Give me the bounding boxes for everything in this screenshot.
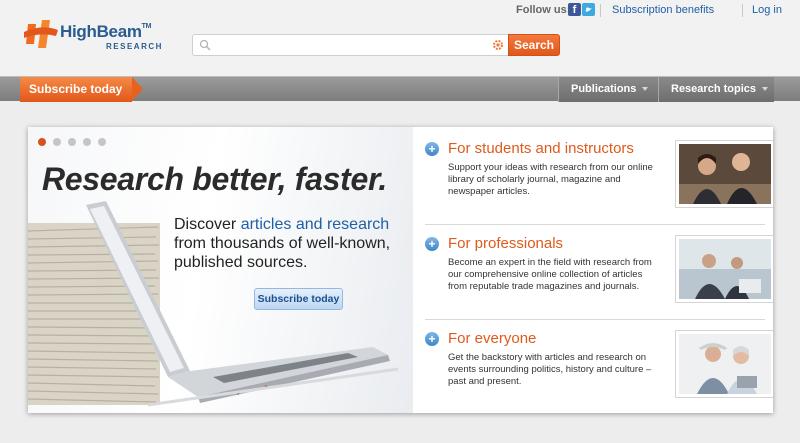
slide-dot-active[interactable] — [38, 138, 46, 146]
audience-description: Support your ideas with research from ou… — [448, 162, 653, 197]
audience-description: Get the backstory with articles and rese… — [448, 352, 652, 387]
slide-dot[interactable] — [53, 138, 61, 146]
expand-plus-icon[interactable]: + — [425, 142, 439, 156]
nav-publications[interactable]: Publications — [558, 77, 658, 102]
expand-plus-icon[interactable]: + — [425, 332, 439, 346]
twitter-icon[interactable] — [582, 3, 595, 16]
logo-wordmark: HighBeamTM — [60, 22, 152, 41]
articles-research-link[interactable]: articles and research — [241, 216, 390, 233]
divider — [425, 319, 765, 320]
slide-dot[interactable] — [83, 138, 91, 146]
follow-us-label: Follow us: — [516, 4, 571, 16]
feature-panel: Research better, faster. Discover articl… — [28, 127, 773, 413]
nav-research-topics[interactable]: Research topics — [658, 77, 774, 102]
facebook-icon[interactable]: f — [568, 3, 581, 16]
highbeam-logo-icon — [24, 20, 58, 48]
audience-students: + For students and instructors Support y… — [425, 140, 773, 235]
subscribe-today-tab[interactable]: Subscribe today — [20, 77, 143, 102]
slide-dot[interactable] — [98, 138, 106, 146]
audience-title[interactable]: For everyone — [448, 330, 536, 347]
audience-everyone: + For everyone Get the backstory with ar… — [425, 330, 773, 413]
log-in-link[interactable]: Log in — [752, 4, 782, 16]
link-separator — [600, 4, 601, 17]
audience-title[interactable]: For professionals — [448, 235, 563, 252]
hero-headline: Research better, faster. — [42, 161, 387, 197]
nav-research-topics-label: Research topics — [671, 83, 756, 95]
audience-list: + For students and instructors Support y… — [413, 127, 773, 413]
divider — [425, 224, 765, 225]
highbeam-logo[interactable]: HighBeamTM RESEARCH — [22, 14, 172, 54]
chevron-down-icon — [642, 87, 649, 92]
search-icon — [199, 39, 211, 51]
audience-title[interactable]: For students and instructors — [448, 140, 634, 157]
logo-subtitle: RESEARCH — [106, 42, 163, 51]
site-header: HighBeamTM RESEARCH Follow us: f Subscri… — [0, 0, 800, 76]
slide-dot[interactable] — [68, 138, 76, 146]
hero-description: Discover articles and research from thou… — [174, 216, 391, 271]
search-input[interactable] — [215, 37, 483, 53]
everyone-photo — [675, 330, 773, 398]
main-nav: Subscribe today Publications Research to… — [0, 76, 800, 102]
students-photo — [675, 140, 773, 208]
nav-publications-label: Publications — [571, 83, 637, 95]
hero-slide: Research better, faster. Discover articl… — [28, 127, 413, 413]
professionals-photo — [675, 235, 773, 303]
search-box — [192, 34, 508, 56]
link-separator — [742, 4, 743, 17]
search-button[interactable]: Search — [508, 34, 560, 56]
chevron-down-icon — [761, 87, 768, 92]
gear-icon[interactable] — [492, 39, 504, 51]
audience-description: Become an expert in the field with resea… — [448, 257, 652, 292]
audience-professionals: + For professionals Become an expert in … — [425, 235, 773, 330]
subscription-benefits-link[interactable]: Subscription benefits — [612, 4, 714, 16]
hero-subscribe-button[interactable]: Subscribe today — [254, 288, 343, 310]
expand-plus-icon[interactable]: + — [425, 237, 439, 251]
